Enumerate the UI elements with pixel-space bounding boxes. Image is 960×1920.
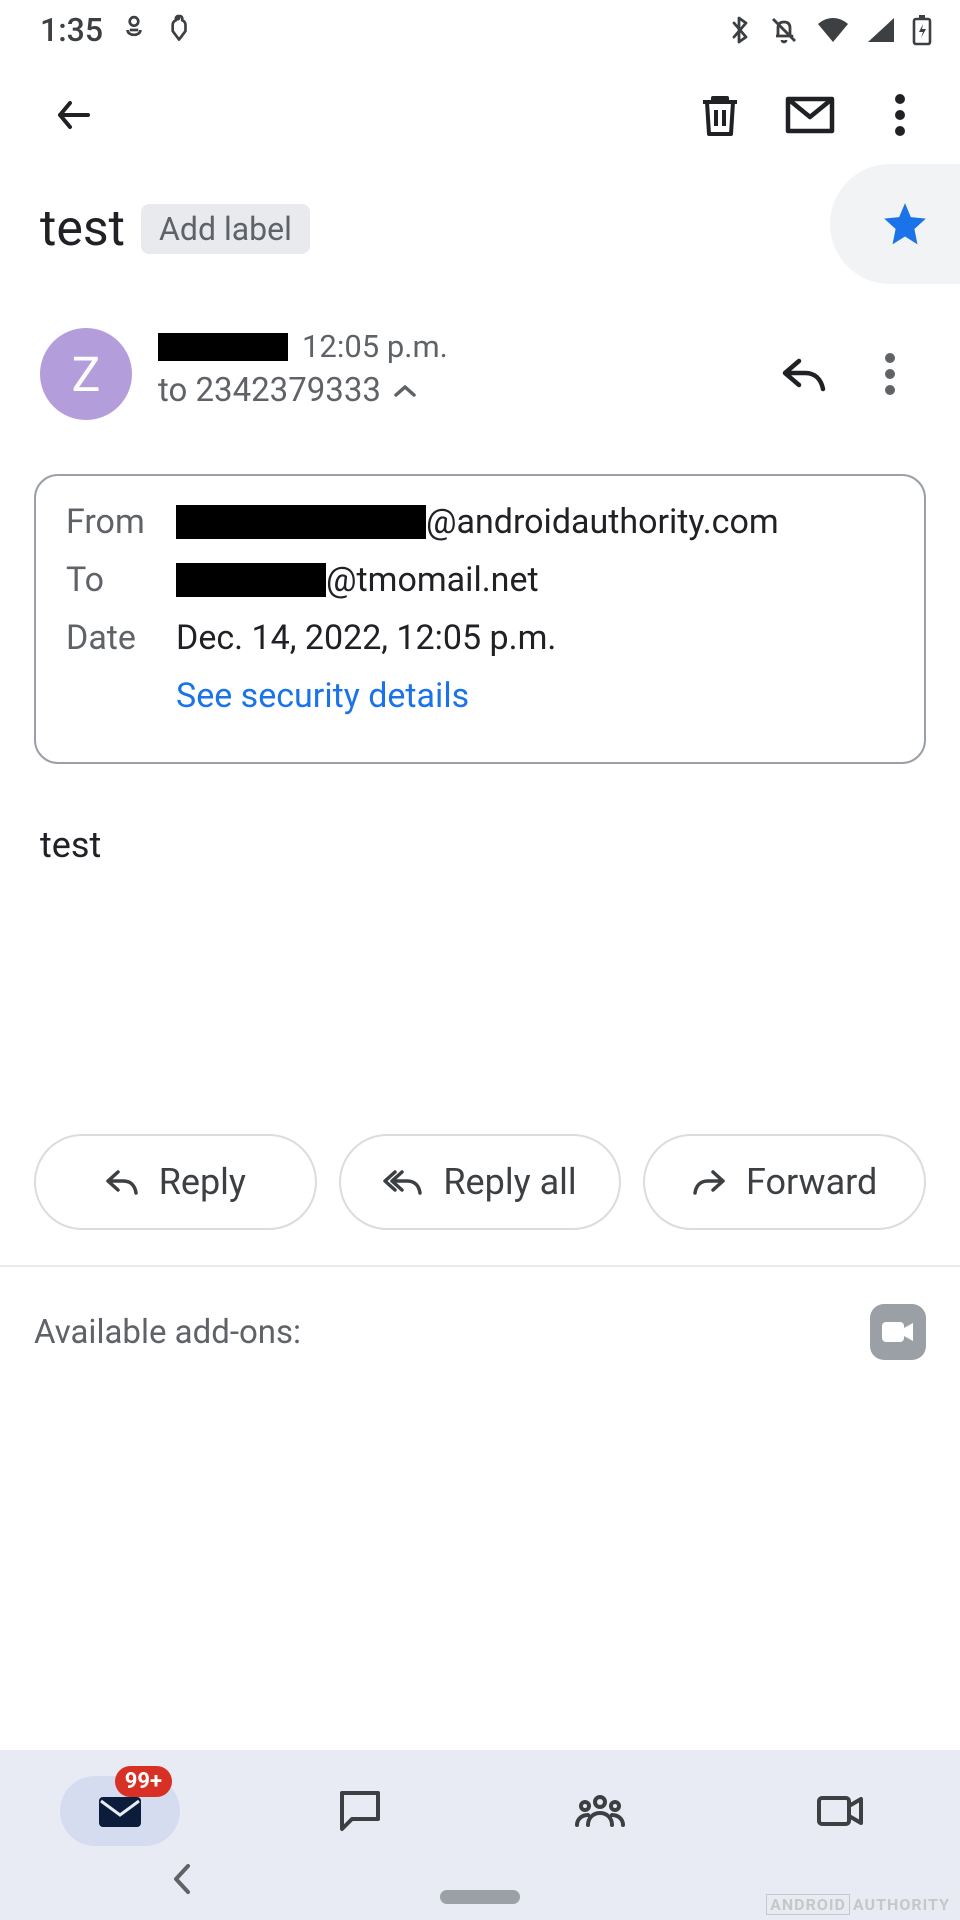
date-label: Date	[66, 618, 176, 658]
details-to-row: To @tmomail.net	[66, 560, 894, 600]
star-button[interactable]	[830, 164, 960, 284]
status-app-icon-2	[165, 14, 191, 46]
nav-meet[interactable]	[780, 1776, 900, 1846]
app-bar	[0, 60, 960, 170]
header-actions	[764, 328, 930, 414]
mail-badge: 99+	[115, 1766, 172, 1797]
status-left: 1:35	[40, 11, 191, 49]
forward-icon	[692, 1168, 726, 1196]
status-app-icon-1	[121, 15, 147, 45]
to-value: @tmomail.net	[176, 560, 539, 600]
subject-row: test Add label	[0, 170, 960, 288]
action-row: Reply Reply all Forward	[0, 1134, 960, 1230]
bottom-nav: 99+ ANDROIDAUTHORITY	[0, 1750, 960, 1920]
system-home-pill[interactable]	[440, 1890, 520, 1904]
forward-button[interactable]: Forward	[643, 1134, 926, 1230]
meet-icon	[816, 1793, 864, 1829]
sender-time: 12:05 p.m.	[302, 328, 448, 365]
reply-icon	[105, 1168, 139, 1196]
wifi-icon	[816, 16, 850, 44]
details-date-row: Date Dec. 14, 2022, 12:05 p.m.	[66, 618, 894, 658]
reply-label: Reply	[159, 1161, 246, 1203]
divider	[0, 1265, 960, 1267]
security-details-link[interactable]: See security details	[176, 676, 894, 716]
status-right	[728, 14, 932, 46]
add-label-chip[interactable]: Add label	[141, 204, 310, 254]
sender-header: Z 12:05 p.m. to 2342379333	[0, 288, 960, 444]
addon-video-app[interactable]	[870, 1304, 926, 1360]
recipient-toggle[interactable]: to 2342379333	[158, 371, 738, 410]
addons-row: Available add-ons:	[0, 1282, 960, 1382]
details-card: From @androidauthority.com To @tmomail.n…	[34, 474, 926, 764]
sender-avatar[interactable]: Z	[40, 328, 132, 420]
email-body: test	[0, 764, 960, 1066]
to-redacted	[176, 563, 326, 597]
chat-icon	[338, 1789, 382, 1833]
from-redacted	[176, 505, 426, 539]
sender-name-redacted	[158, 333, 288, 361]
more-options-button[interactable]	[860, 75, 940, 155]
status-bar: 1:35	[0, 0, 960, 60]
reply-icon-button[interactable]	[764, 334, 844, 414]
sender-name-line: 12:05 p.m.	[158, 328, 738, 365]
reply-button[interactable]: Reply	[34, 1134, 317, 1230]
from-value: @androidauthority.com	[176, 502, 779, 542]
details-from-row: From @androidauthority.com	[66, 502, 894, 542]
recipient-summary: to 2342379333	[158, 371, 381, 410]
nav-spaces[interactable]	[540, 1776, 660, 1846]
nav-chat[interactable]	[300, 1776, 420, 1846]
to-domain: @tmomail.net	[326, 560, 539, 600]
video-icon	[881, 1320, 915, 1344]
dnd-off-icon	[768, 14, 800, 46]
date-value: Dec. 14, 2022, 12:05 p.m.	[176, 618, 556, 658]
reply-all-icon	[383, 1168, 423, 1196]
system-back-button[interactable]	[170, 1862, 194, 1900]
watermark: ANDROIDAUTHORITY	[766, 1895, 950, 1914]
from-label: From	[66, 502, 176, 542]
bluetooth-icon	[728, 14, 752, 46]
battery-icon	[912, 14, 932, 46]
chevron-up-icon	[393, 383, 417, 399]
people-icon	[574, 1793, 626, 1829]
to-label: To	[66, 560, 176, 600]
back-button[interactable]	[34, 75, 114, 155]
message-more-button[interactable]	[850, 334, 930, 414]
email-subject: test	[40, 200, 125, 258]
reply-all-button[interactable]: Reply all	[339, 1134, 622, 1230]
mail-icon	[97, 1793, 143, 1829]
signal-icon	[866, 16, 896, 44]
sender-meta: 12:05 p.m. to 2342379333	[158, 328, 738, 410]
nav-mail[interactable]: 99+	[60, 1776, 180, 1846]
forward-label: Forward	[746, 1161, 877, 1203]
mark-unread-button[interactable]	[770, 75, 850, 155]
delete-button[interactable]	[680, 75, 760, 155]
reply-all-label: Reply all	[443, 1161, 576, 1203]
status-time: 1:35	[40, 11, 103, 49]
addons-label: Available add-ons:	[34, 1313, 301, 1352]
from-domain: @androidauthority.com	[426, 502, 779, 542]
